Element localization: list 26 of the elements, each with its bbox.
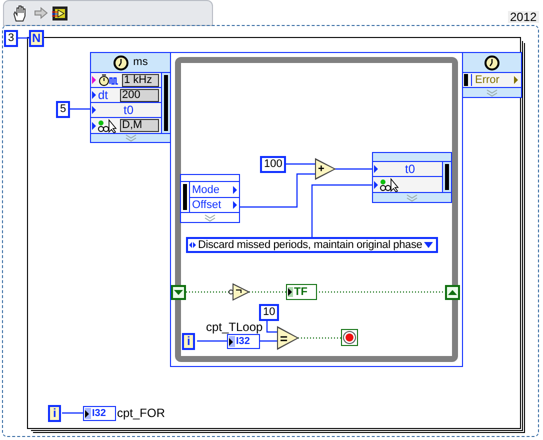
numeric-constant: 100 (260, 156, 286, 173)
terminal-label: t0 (123, 104, 134, 116)
value-field: 1 kHz (122, 74, 159, 86)
mode-enum[interactable]: Discard missed periods, maintain original phase (186, 237, 438, 253)
terminal-label: Mode (192, 184, 221, 196)
iteration-terminal: i (182, 333, 196, 350)
numeric-constant: 10 (259, 304, 280, 321)
unit-label: ms (133, 55, 148, 70)
terminal-label: Offset (192, 199, 222, 211)
terminal-label: t0 (404, 163, 415, 175)
operator-symbol: = (280, 332, 288, 344)
value-field: D,M (120, 119, 159, 132)
type-label: I32 (236, 336, 250, 346)
enum-value: Discard missed periods, maintain original phase (198, 239, 422, 251)
terminal-label: dt (98, 89, 110, 101)
indicator-label: cpt_FOR (117, 407, 166, 419)
version-label: 2012 (508, 11, 539, 23)
type-label: I32 (92, 408, 106, 418)
numeric-constant: 3 (4, 30, 18, 47)
count-terminal: N (29, 30, 44, 47)
iteration-terminal: i (48, 405, 62, 422)
type-label: TF (294, 286, 308, 298)
indicator-label: cpt_TLoop (206, 321, 263, 333)
operator-symbol: + (318, 164, 324, 174)
numeric-constant: 5 (56, 101, 70, 118)
value-field: 200 (120, 88, 159, 102)
